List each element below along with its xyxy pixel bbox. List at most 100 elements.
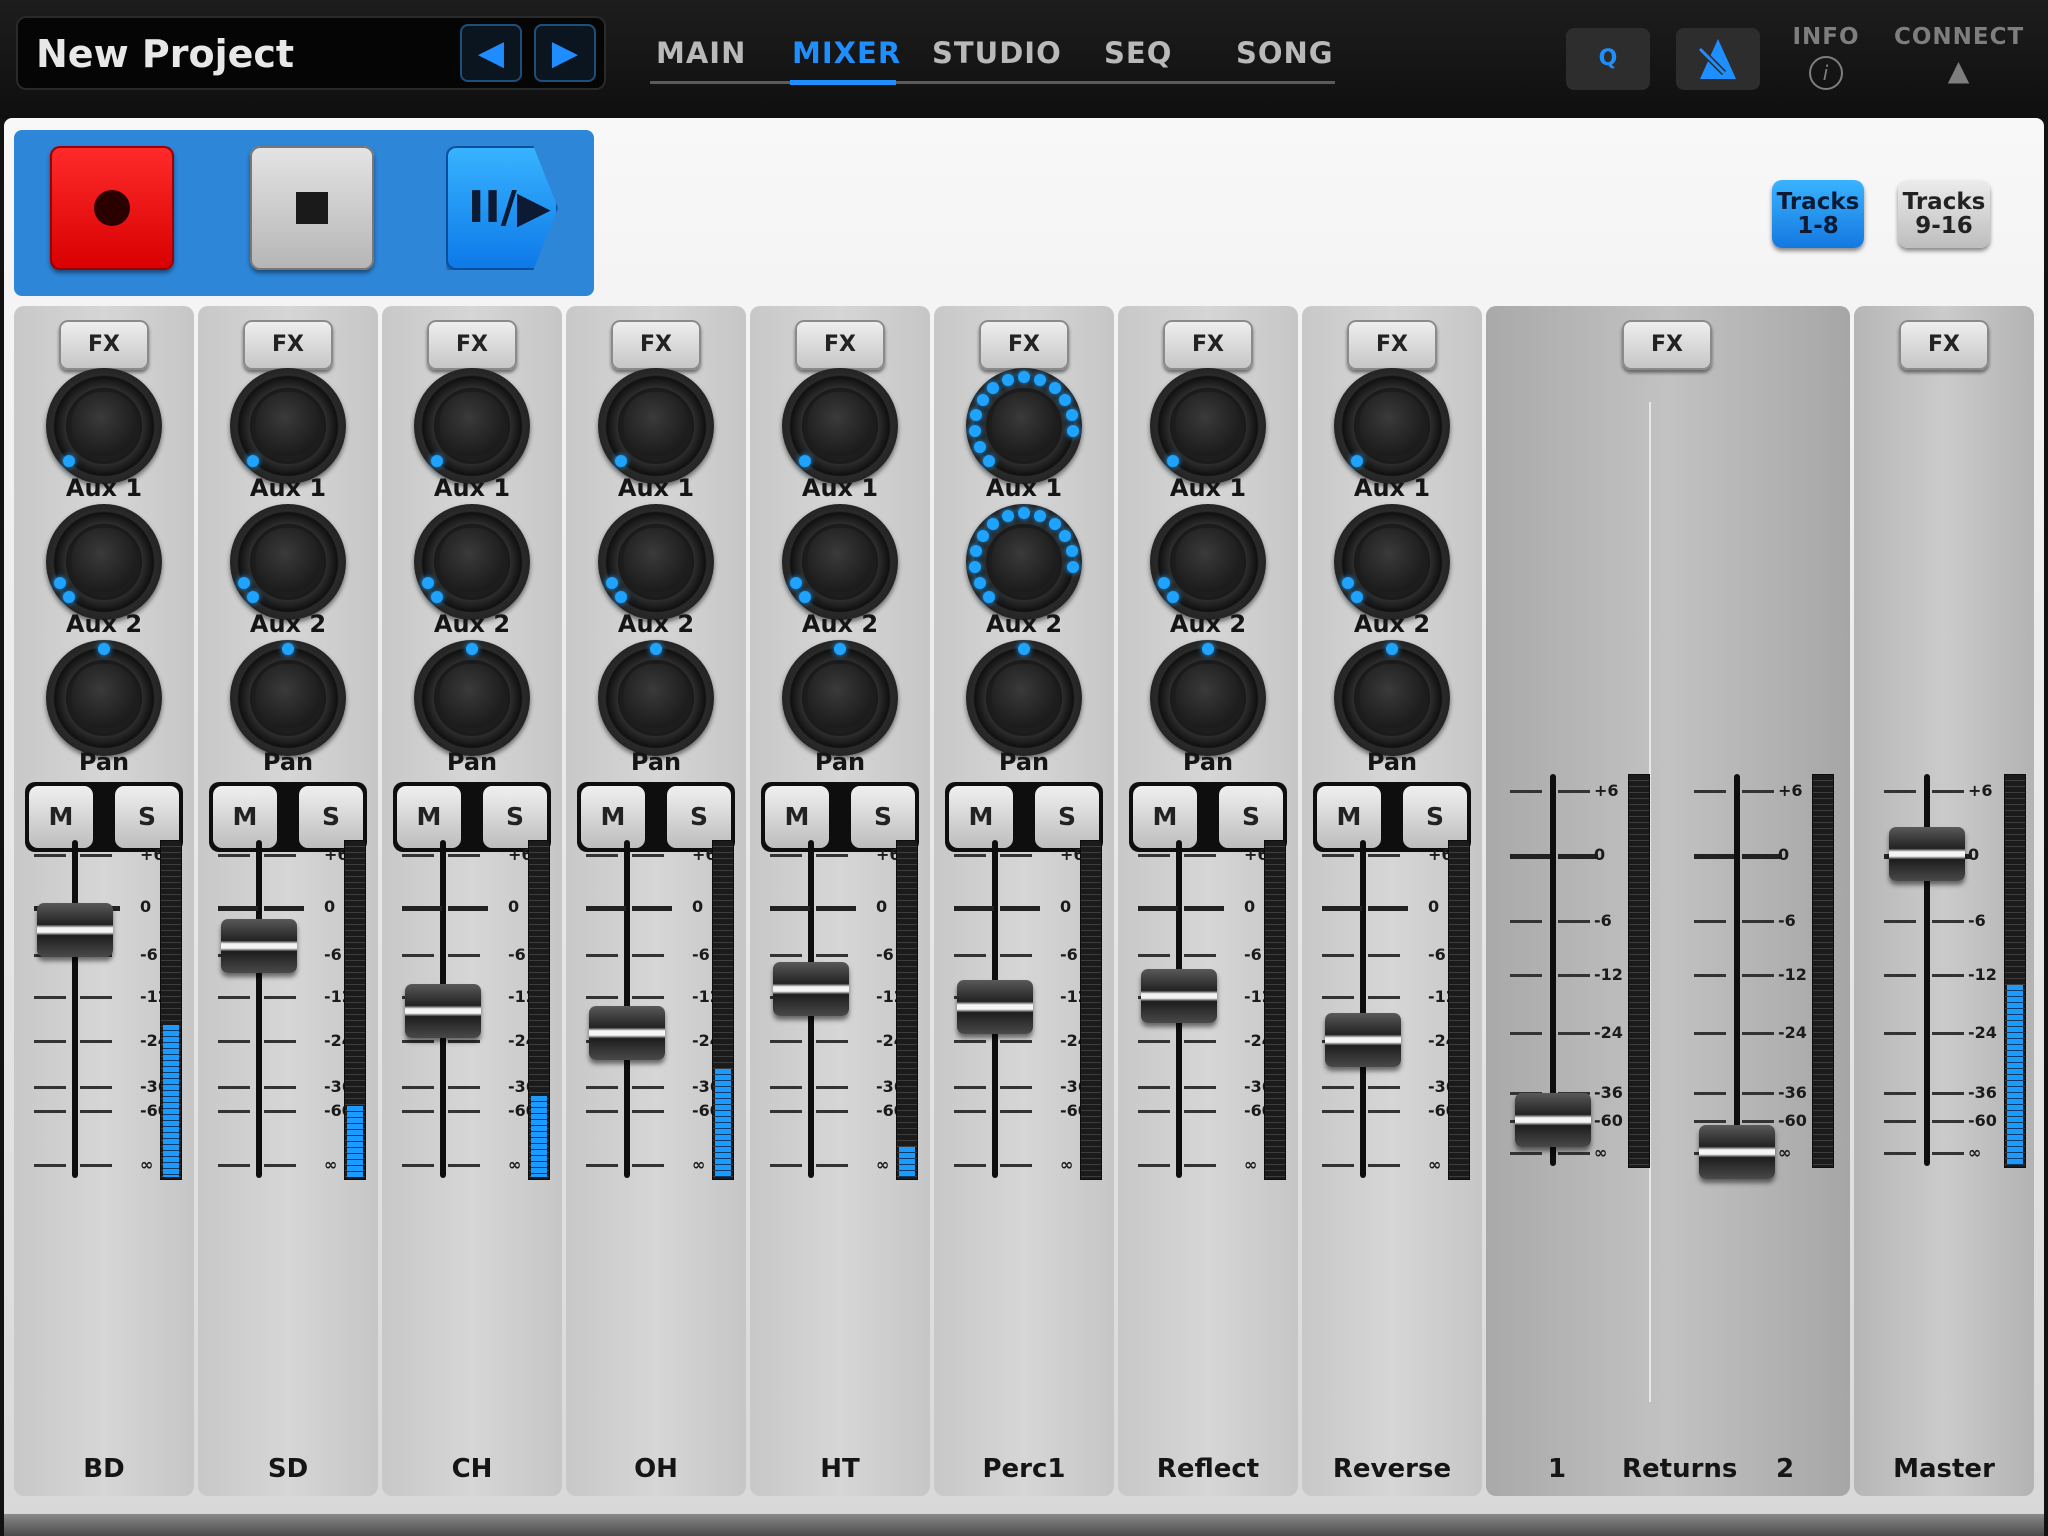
active-tab-indicator [790, 80, 896, 85]
fx-button[interactable]: FX [611, 320, 701, 370]
fx-button[interactable]: FX [979, 320, 1069, 370]
pan-knob[interactable] [1150, 640, 1266, 756]
volume-fader[interactable] [221, 919, 297, 973]
fader-tick [954, 854, 986, 857]
mute-button[interactable]: M [949, 786, 1013, 848]
return-2-tick [1694, 1120, 1726, 1123]
aux2-knob[interactable] [966, 504, 1082, 620]
project-selector[interactable]: New Project ◀ ▶ [16, 16, 606, 90]
previous-project-button[interactable]: ◀ [460, 24, 522, 82]
return-1-scale-label: -12 [1594, 965, 1623, 984]
volume-fader[interactable] [405, 983, 481, 1038]
return-2-tick [1694, 974, 1726, 977]
info-button[interactable]: INFO i [1790, 24, 1862, 90]
stop-button[interactable] [250, 146, 374, 270]
fader-tick [1138, 906, 1178, 911]
connect-button[interactable]: CONNECT ▲ [1894, 24, 2024, 87]
aux1-knob[interactable] [966, 368, 1082, 484]
aux2-knob[interactable] [782, 504, 898, 620]
aux1-knob[interactable] [1334, 368, 1450, 484]
mute-button[interactable]: M [213, 786, 277, 848]
solo-button[interactable]: S [299, 786, 363, 848]
mute-button[interactable]: M [1317, 786, 1381, 848]
solo-button[interactable]: S [483, 786, 547, 848]
pan-knob[interactable] [46, 640, 162, 756]
volume-fader[interactable] [957, 980, 1033, 1034]
pan-knob[interactable] [598, 640, 714, 756]
tab-seq[interactable]: SEQ [1104, 36, 1172, 70]
fader-tick [34, 996, 66, 999]
mute-button[interactable]: M [765, 786, 829, 848]
play-pause-button[interactable]: II/▶ [446, 146, 558, 270]
fader-tick [264, 996, 296, 999]
aux1-knob[interactable] [598, 368, 714, 484]
return-2-tick [1742, 790, 1774, 793]
aux1-label: Aux 1 [433, 474, 511, 502]
mute-button[interactable]: M [397, 786, 461, 848]
aux2-knob[interactable] [1334, 504, 1450, 620]
return-1-volume-fader[interactable] [1515, 1093, 1591, 1147]
volume-fader[interactable] [773, 962, 849, 1016]
mute-button[interactable]: M [1133, 786, 1197, 848]
solo-button[interactable]: S [667, 786, 731, 848]
tracks-1-8-button[interactable]: Tracks 1-8 [1772, 180, 1864, 248]
aux1-knob[interactable] [782, 368, 898, 484]
solo-button[interactable]: S [851, 786, 915, 848]
aux2-knob[interactable] [46, 504, 162, 620]
volume-fader[interactable] [1325, 1013, 1401, 1067]
aux2-knob[interactable] [598, 504, 714, 620]
aux1-knob-led [799, 454, 812, 467]
pan-knob[interactable] [966, 640, 1082, 756]
next-project-button[interactable]: ▶ [534, 24, 596, 82]
master-tick [1932, 1120, 1964, 1123]
fader-tick [80, 1086, 112, 1089]
volume-fader[interactable] [589, 1005, 665, 1060]
fx-button[interactable]: FX [243, 320, 333, 370]
tracks-9-16-button[interactable]: Tracks 9-16 [1898, 180, 1990, 248]
pan-knob[interactable] [414, 640, 530, 756]
returns-fx-button[interactable]: FX [1622, 320, 1712, 370]
aux1-knob[interactable] [230, 368, 346, 484]
fx-button[interactable]: FX [1347, 320, 1437, 370]
tab-main[interactable]: MAIN [656, 36, 746, 70]
return-2-volume-fader[interactable] [1699, 1125, 1775, 1179]
fx-button[interactable]: FX [795, 320, 885, 370]
fx-button[interactable]: FX [427, 320, 517, 370]
fx-button[interactable]: FX [59, 320, 149, 370]
aux1-knob[interactable] [414, 368, 530, 484]
fader-tick [264, 1164, 296, 1167]
solo-button[interactable]: S [115, 786, 179, 848]
quantize-button[interactable]: Q [1566, 28, 1650, 90]
aux2-knob-led [615, 590, 628, 603]
pan-knob[interactable] [1334, 640, 1450, 756]
tab-mixer[interactable]: MIXER [792, 36, 901, 70]
volume-fader[interactable] [37, 903, 113, 957]
master-fx-button[interactable]: FX [1899, 320, 1989, 370]
tab-song[interactable]: SONG [1236, 36, 1334, 70]
aux1-knob-led [1059, 393, 1072, 406]
aux2-knob[interactable] [1150, 504, 1266, 620]
fx-button[interactable]: FX [1163, 320, 1253, 370]
aux2-knob-led [789, 577, 802, 590]
aux2-knob[interactable] [414, 504, 530, 620]
mute-button[interactable]: M [581, 786, 645, 848]
tab-studio[interactable]: STUDIO [932, 36, 1062, 70]
metronome-button[interactable] [1676, 28, 1760, 90]
master-volume-fader[interactable] [1889, 827, 1965, 881]
solo-button[interactable]: S [1035, 786, 1099, 848]
aux1-knob[interactable] [46, 368, 162, 484]
aux2-knob[interactable] [230, 504, 346, 620]
record-button[interactable] [50, 146, 174, 270]
pan-knob[interactable] [782, 640, 898, 756]
channel-name: BD [83, 1454, 125, 1484]
fader-tick [402, 906, 442, 911]
fader-tick [1184, 1086, 1216, 1089]
volume-fader[interactable] [1141, 969, 1217, 1023]
solo-button[interactable]: S [1403, 786, 1467, 848]
pan-knob[interactable] [230, 640, 346, 756]
aux2-knob-led [1065, 545, 1078, 558]
mute-button[interactable]: M [29, 786, 93, 848]
solo-button[interactable]: S [1219, 786, 1283, 848]
fader-tick [1184, 954, 1216, 957]
aux1-knob[interactable] [1150, 368, 1266, 484]
